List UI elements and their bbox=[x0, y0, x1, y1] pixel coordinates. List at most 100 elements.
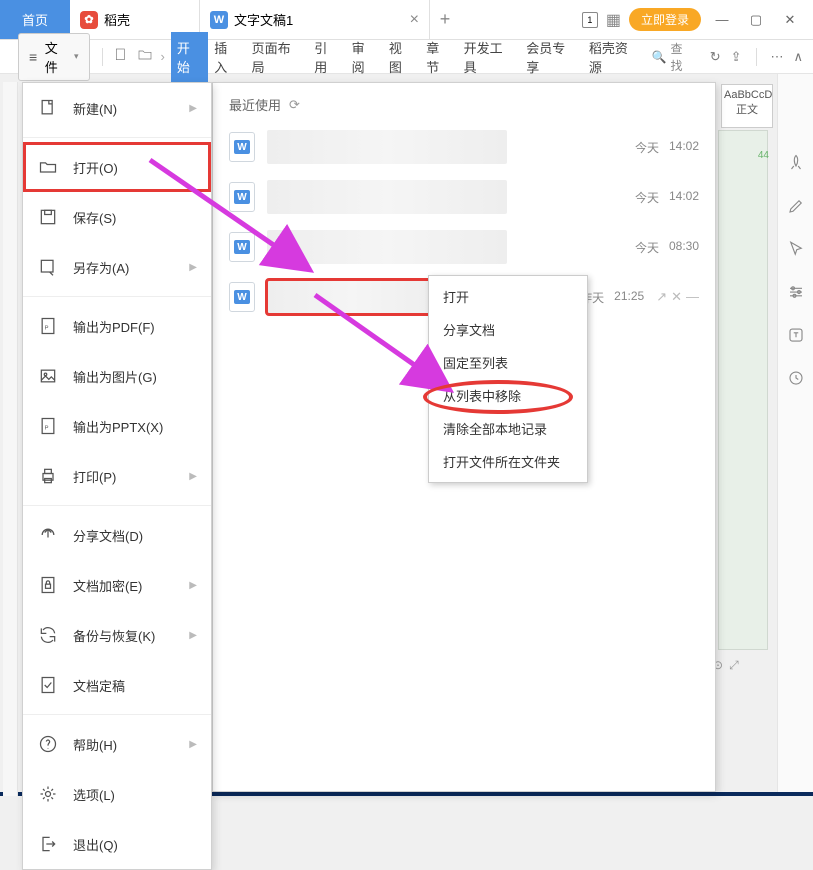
ribbon-tab-insert[interactable]: 插入 bbox=[208, 32, 245, 82]
ribbon-tab-resource[interactable]: 稻壳资源 bbox=[583, 32, 646, 82]
grid-icon[interactable]: ▦ bbox=[606, 10, 621, 30]
file-menu-item-new[interactable]: 新建(N) ▶ bbox=[23, 83, 211, 133]
chevron-right-icon: ▶ bbox=[189, 580, 197, 591]
word-doc-icon bbox=[229, 232, 255, 262]
file-menu-item-share[interactable]: 分享文档(D) bbox=[23, 510, 211, 560]
options-icon bbox=[37, 783, 59, 805]
search-icon: 🔍 bbox=[652, 50, 667, 64]
share-icon[interactable]: ⇪ bbox=[731, 49, 742, 65]
recent-file-row[interactable]: 今天08:30 bbox=[213, 222, 715, 272]
context-menu-item[interactable]: 分享文档 bbox=[429, 313, 587, 346]
chevron-down-icon: ▾ bbox=[74, 51, 79, 62]
chevron-right-icon: ▶ bbox=[189, 630, 197, 641]
file-menu-item-label: 文档定稿 bbox=[73, 676, 125, 695]
context-menu-item[interactable]: 固定至列表 bbox=[429, 346, 587, 379]
pencil-icon[interactable] bbox=[787, 197, 805, 220]
cursor-icon[interactable] bbox=[787, 240, 805, 263]
window-maximize-icon[interactable]: ▢ bbox=[743, 12, 769, 28]
status-expand-icon[interactable]: ⤢ bbox=[729, 658, 739, 673]
tab-close-icon[interactable]: × bbox=[410, 11, 419, 29]
pin-icon[interactable]: ✕ bbox=[671, 289, 682, 305]
file-dropdown-menu: 新建(N) ▶ 打开(O) 保存(S) 另存为(A) ▶P 输出为PDF(F) … bbox=[22, 82, 212, 870]
file-menu-item-final[interactable]: 文档定稿 bbox=[23, 660, 211, 710]
file-menu-item-label: 文档加密(E) bbox=[73, 576, 142, 595]
recent-file-row[interactable]: 今天14:02 bbox=[213, 122, 715, 172]
ribbon-tab-dev[interactable]: 开发工具 bbox=[458, 32, 521, 82]
word-doc-icon bbox=[229, 132, 255, 162]
cloud-sync-icon[interactable]: ↻ bbox=[710, 49, 721, 65]
reload-icon[interactable]: ⟳ bbox=[289, 97, 300, 113]
window-minimize-icon[interactable]: — bbox=[709, 12, 735, 27]
help-icon bbox=[37, 733, 59, 755]
ribbon-tab-vip[interactable]: 会员专享 bbox=[520, 32, 583, 82]
file-menu-label: 文件 bbox=[45, 38, 70, 76]
context-menu-item[interactable]: 清除全部本地记录 bbox=[429, 412, 587, 445]
collapse-ribbon-icon[interactable]: ∧ bbox=[794, 49, 804, 65]
pptx-icon: P bbox=[37, 415, 59, 437]
file-menu-item-label: 输出为PPTX(X) bbox=[73, 417, 163, 436]
backup-icon bbox=[37, 624, 59, 646]
open-folder-icon[interactable] bbox=[137, 47, 153, 66]
context-menu-item[interactable]: 从列表中移除 bbox=[429, 379, 587, 412]
chevron-right-icon[interactable]: › bbox=[161, 49, 165, 64]
ribbon-tab-review[interactable]: 审阅 bbox=[346, 32, 383, 82]
new-doc-icon[interactable] bbox=[113, 47, 129, 66]
recent-file-name-redacted bbox=[267, 180, 507, 214]
menu-separator bbox=[23, 296, 211, 297]
svg-text:P: P bbox=[45, 325, 49, 331]
file-menu-item-backup[interactable]: 备份与恢复(K) ▶ bbox=[23, 610, 211, 660]
file-menu-item-help[interactable]: 帮助(H) ▶ bbox=[23, 719, 211, 769]
context-menu-item[interactable]: 打开 bbox=[429, 280, 587, 313]
menu-separator bbox=[23, 714, 211, 715]
remove-icon[interactable]: — bbox=[686, 289, 699, 305]
recent-file-name-redacted bbox=[267, 130, 507, 164]
settings-slider-icon[interactable] bbox=[787, 283, 805, 306]
menubar: 文件 ▾ › 开始 插入 页面布局 引用 审阅 视图 章节 开发工具 会员专享 … bbox=[0, 40, 813, 74]
recent-file-day: 今天 bbox=[635, 239, 659, 256]
file-menu-item-options[interactable]: 选项(L) bbox=[23, 769, 211, 819]
word-icon: W bbox=[210, 11, 228, 29]
open-icon bbox=[37, 156, 59, 178]
ribbon-tabs: 开始 插入 页面布局 引用 审阅 视图 章节 开发工具 会员专享 稻壳资源 bbox=[171, 32, 646, 82]
file-menu-item-saveas[interactable]: 另存为(A) ▶ bbox=[23, 242, 211, 292]
file-menu-item-label: 分享文档(D) bbox=[73, 526, 143, 545]
context-menu-item[interactable]: 打开文件所在文件夹 bbox=[429, 445, 587, 478]
file-menu-item-lock[interactable]: 文档加密(E) ▶ bbox=[23, 560, 211, 610]
recent-file-row[interactable]: 今天14:02 bbox=[213, 172, 715, 222]
ribbon-tab-start[interactable]: 开始 bbox=[171, 32, 208, 82]
ribbon-tab-reference[interactable]: 引用 bbox=[308, 32, 345, 82]
file-menu-button[interactable]: 文件 ▾ bbox=[18, 33, 90, 81]
file-menu-item-save[interactable]: 保存(S) bbox=[23, 192, 211, 242]
file-menu-item-label: 打印(P) bbox=[73, 467, 116, 486]
file-menu-item-pdf[interactable]: P 输出为PDF(F) bbox=[23, 301, 211, 351]
search-box[interactable]: 🔍 查找 bbox=[646, 38, 700, 76]
ribbon-tab-layout[interactable]: 页面布局 bbox=[246, 32, 309, 82]
share-small-icon[interactable]: ↗ bbox=[656, 289, 667, 305]
style-normal[interactable]: AaBbCcD 正文 bbox=[721, 84, 773, 128]
new-icon bbox=[37, 97, 59, 119]
translate-icon[interactable] bbox=[787, 326, 805, 349]
ruler-marker: 44 bbox=[758, 150, 769, 161]
menu-separator bbox=[23, 505, 211, 506]
right-side-dock bbox=[777, 74, 813, 796]
login-button[interactable]: 立即登录 bbox=[629, 8, 701, 31]
file-menu-item-open[interactable]: 打开(O) bbox=[23, 142, 211, 192]
window-close-icon[interactable]: ✕ bbox=[777, 12, 803, 28]
rocket-icon[interactable] bbox=[787, 154, 805, 177]
file-menu-item-label: 另存为(A) bbox=[73, 258, 129, 277]
vertical-ruler bbox=[3, 82, 18, 796]
file-menu-item-image[interactable]: 输出为图片(G) bbox=[23, 351, 211, 401]
file-menu-item-label: 新建(N) bbox=[73, 99, 117, 118]
file-menu-item-pptx[interactable]: P 输出为PPTX(X) bbox=[23, 401, 211, 451]
clock-icon[interactable] bbox=[787, 369, 805, 392]
file-menu-item-label: 选项(L) bbox=[73, 785, 115, 804]
file-menu-item-print[interactable]: 打印(P) ▶ bbox=[23, 451, 211, 501]
ribbon-tab-view[interactable]: 视图 bbox=[383, 32, 420, 82]
style-sample: AaBbCcD bbox=[724, 89, 770, 101]
more-icon[interactable]: ⋯ bbox=[771, 49, 784, 65]
recent-file-day: 今天 bbox=[635, 139, 659, 156]
recent-header-label: 最近使用 bbox=[229, 95, 281, 114]
file-menu-item-exit[interactable]: 退出(Q) bbox=[23, 819, 211, 869]
reading-mode-icon[interactable]: 1 bbox=[582, 12, 598, 28]
ribbon-tab-chapter[interactable]: 章节 bbox=[420, 32, 457, 82]
